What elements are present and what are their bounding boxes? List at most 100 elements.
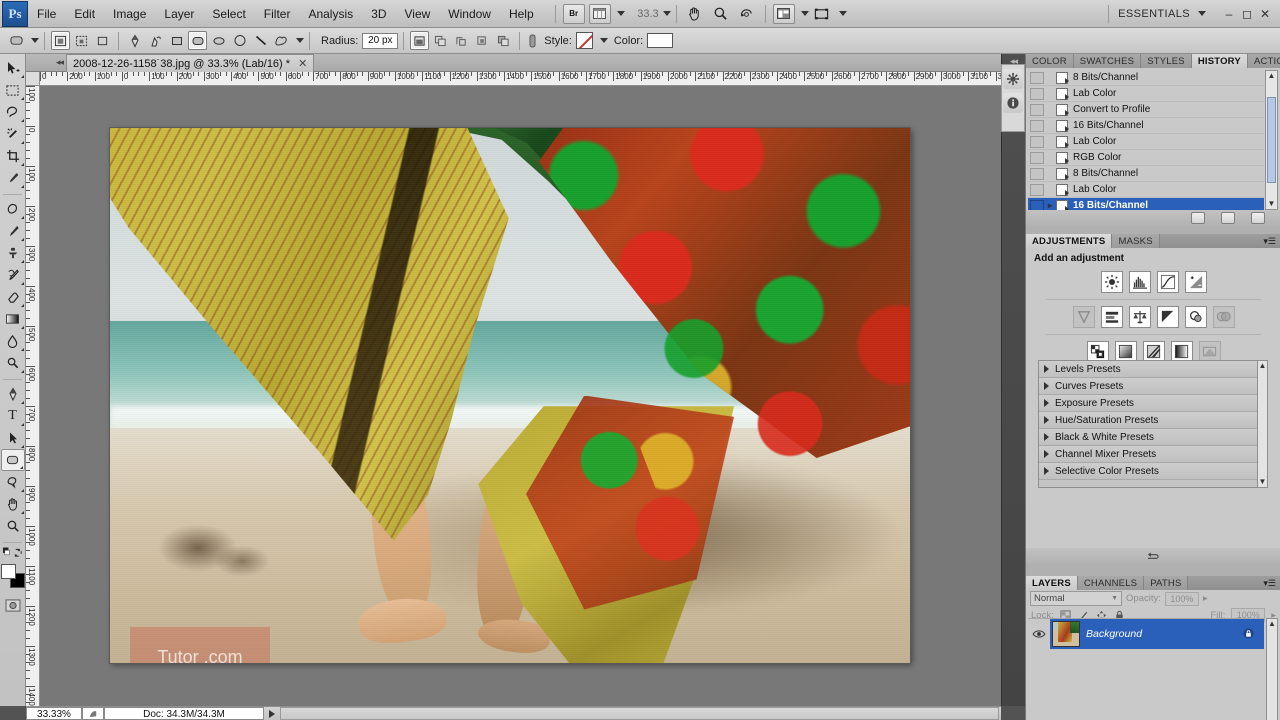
history-source-checkbox[interactable] [1030, 151, 1044, 164]
subtract-from-shape-button[interactable] [452, 31, 471, 50]
tab-swatches[interactable]: SWATCHES [1073, 54, 1142, 68]
history-scrollbar-thumb[interactable] [1267, 97, 1276, 183]
view-extras-button[interactable] [588, 3, 611, 24]
new-shape-layer-button[interactable] [410, 31, 430, 50]
tool-eraser[interactable] [1, 286, 25, 308]
menu-select[interactable]: Select [203, 3, 254, 25]
tool-hand[interactable] [1, 493, 25, 515]
hue-saturation-button[interactable] [1100, 306, 1123, 328]
rotate-view-tool-button[interactable] [736, 4, 758, 24]
custom-shape-chevron-down-icon[interactable] [296, 38, 304, 43]
arrange-documents-button[interactable] [811, 4, 833, 24]
tab-masks[interactable]: MASKS [1112, 234, 1160, 248]
chevron-right-icon[interactable] [1044, 433, 1049, 441]
scroll-down-icon[interactable]: ▼ [1266, 199, 1277, 208]
history-source-checkbox[interactable] [1030, 167, 1044, 180]
black-and-white-button[interactable] [1156, 306, 1179, 328]
history-source-checkbox[interactable] [1030, 87, 1044, 100]
history-source-checkbox[interactable] [1030, 119, 1044, 132]
status-zoom-field[interactable]: 33.33% [26, 707, 82, 720]
intersect-shape-button[interactable] [473, 31, 492, 50]
ruler-corner[interactable] [26, 72, 40, 86]
tool-notes[interactable] [1, 471, 25, 493]
tool-rectangular-marquee[interactable] [1, 79, 25, 101]
tool-horizontal-type[interactable]: T [1, 405, 25, 427]
workspace-switcher[interactable]: ESSENTIALS [1114, 8, 1194, 20]
tool-crop[interactable] [1, 145, 25, 167]
screen-mode-chevron-down-icon[interactable] [800, 11, 809, 16]
status-preview-button[interactable] [82, 707, 104, 720]
quick-mask-mode-button[interactable] [1, 594, 25, 616]
canvas-scroll-area[interactable]: Tutor .com [40, 86, 1001, 706]
history-row[interactable]: Convert to Profile [1028, 102, 1264, 118]
preset-row[interactable]: Exposure Presets [1039, 395, 1259, 412]
chevron-right-icon[interactable] [1044, 416, 1049, 424]
image-canvas[interactable]: Tutor .com [110, 128, 910, 663]
tab-adjustments[interactable]: ADJUSTMENTS [1026, 234, 1113, 248]
polygon-tool-button[interactable] [230, 31, 249, 50]
style-swatch[interactable] [575, 32, 593, 49]
menu-layer[interactable]: Layer [155, 3, 203, 25]
launch-bridge-button[interactable]: Br [562, 3, 585, 24]
zoom-tool-button[interactable] [710, 4, 732, 24]
brightness-contrast-button[interactable] [1100, 271, 1123, 293]
menu-image[interactable]: Image [104, 3, 155, 25]
preset-row[interactable]: Hue/Saturation Presets [1039, 412, 1259, 429]
history-source-checkbox[interactable] [1030, 183, 1044, 196]
curves-button[interactable] [1156, 271, 1179, 293]
tool-clone-stamp[interactable] [1, 242, 25, 264]
scroll-up-icon[interactable]: ▲ [1266, 71, 1277, 80]
levels-button[interactable] [1128, 271, 1151, 293]
adjustments-panel-menu-icon[interactable]: ▾☰ [1258, 234, 1280, 248]
preset-row[interactable]: Selective Color Presets [1039, 463, 1259, 480]
menu-3d[interactable]: 3D [362, 3, 395, 25]
screen-mode-button[interactable] [772, 3, 795, 24]
tab-layers[interactable]: LAYERS [1026, 576, 1078, 590]
vibrance-button[interactable] [1072, 306, 1095, 328]
history-scrollbar[interactable]: ▲ ▼ [1265, 70, 1278, 210]
close-icon[interactable]: ✕ [298, 57, 307, 70]
chevron-right-icon[interactable] [1044, 467, 1049, 475]
chevron-down-icon[interactable]: ▼ [1111, 595, 1118, 602]
adjustment-presets-list[interactable]: Levels Presets Curves Presets Exposure P… [1038, 360, 1260, 488]
chevron-right-icon[interactable] [1044, 450, 1049, 458]
horizontal-scrollbar[interactable] [280, 707, 999, 720]
menu-analysis[interactable]: Analysis [299, 3, 362, 25]
delete-state-button[interactable] [1251, 212, 1265, 224]
history-row[interactable]: Lab Color [1028, 134, 1264, 150]
tab-actions[interactable]: ACTION [1247, 54, 1280, 68]
paths-button[interactable] [72, 31, 91, 50]
custom-shape-tool-button[interactable] [272, 31, 291, 50]
arrange-chevron-down-icon[interactable] [838, 11, 847, 16]
history-row-selected[interactable]: ▸ 16 Bits/Channel [1028, 198, 1264, 210]
history-source-checkbox[interactable] [1030, 71, 1044, 84]
pen-tool-button[interactable] [125, 31, 144, 50]
scroll-up-icon[interactable]: ▲ [1258, 361, 1267, 370]
create-document-from-state-button[interactable] [1191, 212, 1205, 224]
tab-styles[interactable]: STYLES [1141, 54, 1192, 68]
menu-view[interactable]: View [395, 3, 439, 25]
document-tab[interactable]: 2008-12-26-1158˙38.jpg @ 33.3% (Lab/16) … [66, 54, 315, 72]
shape-layers-button[interactable] [51, 31, 70, 50]
history-source-checkbox[interactable] [1030, 103, 1044, 116]
hand-tool-button[interactable] [684, 4, 706, 24]
menu-help[interactable]: Help [500, 3, 543, 25]
preset-row[interactable]: Curves Presets [1039, 378, 1259, 395]
foreground-background-color-swatches[interactable] [0, 564, 25, 588]
tool-rounded-rectangle-shape[interactable] [0, 449, 25, 471]
adjustment-presets-scrollbar[interactable]: ▲ ▼ [1257, 360, 1268, 488]
history-row[interactable]: RGB Color [1028, 150, 1264, 166]
layer-name[interactable]: Background [1086, 628, 1142, 640]
channel-mixer-button[interactable] [1212, 306, 1235, 328]
tool-blur[interactable] [1, 330, 25, 352]
info-panel-button[interactable] [1003, 93, 1023, 113]
default-colors-button[interactable] [1, 546, 25, 560]
add-to-shape-button[interactable] [431, 31, 450, 50]
layers-panel-menu-icon[interactable]: ▾☰ [1258, 576, 1280, 590]
style-chevron-down-icon[interactable] [599, 38, 608, 43]
chevron-right-icon[interactable] [1044, 382, 1049, 390]
menu-file[interactable]: File [28, 3, 65, 25]
color-balance-button[interactable] [1128, 306, 1151, 328]
ellipse-tool-button[interactable] [209, 31, 228, 50]
history-source-checkbox[interactable] [1030, 199, 1044, 210]
